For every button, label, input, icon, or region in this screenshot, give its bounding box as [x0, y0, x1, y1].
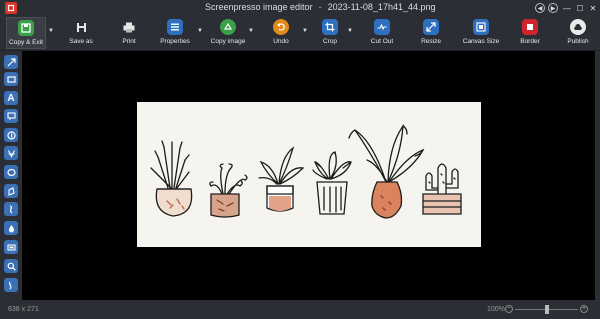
publish-icon — [570, 19, 586, 35]
plant-4 — [312, 151, 352, 215]
maximize-button[interactable]: ☐ — [575, 3, 585, 13]
edited-image-plants-illustration[interactable] — [137, 102, 481, 247]
copy-exit-dropdown-icon[interactable]: ▼ — [48, 28, 54, 34]
cut-out-icon — [374, 19, 390, 35]
annotation-tool-palette: A — [0, 51, 22, 300]
zoom-tool-icon[interactable] — [4, 259, 18, 273]
properties-dropdown-icon[interactable]: ▼ — [197, 28, 203, 34]
arrow-tool-icon[interactable] — [4, 55, 18, 69]
canvas-size-label: Canvas Size — [462, 38, 500, 45]
canvas-size-button[interactable]: Canvas Size — [462, 17, 500, 49]
minimize-button[interactable]: — — [562, 3, 572, 13]
properties-button[interactable]: Properties — [160, 17, 190, 49]
zoom-slider-thumb[interactable] — [544, 305, 549, 314]
copy-exit-button[interactable]: Copy & Exit — [6, 17, 46, 49]
plant-3 — [258, 146, 305, 212]
plant-drawing — [150, 123, 462, 219]
app-logo-icon — [5, 2, 17, 14]
resize-button[interactable]: Resize — [419, 17, 443, 49]
blur-tool-icon[interactable] — [4, 221, 18, 235]
ellipse-tool-icon[interactable] — [4, 165, 18, 179]
resize-icon — [423, 19, 439, 35]
save-icon — [73, 19, 89, 35]
zoom-out-button[interactable]: − — [505, 305, 513, 313]
print-icon — [121, 19, 137, 35]
save-as-label: Save as — [69, 38, 93, 45]
callout-tool-icon[interactable] — [4, 109, 18, 123]
copy-exit-label: Copy & Exit — [9, 39, 43, 46]
save-as-button[interactable]: Save as — [66, 17, 96, 49]
copy-image-dropdown-icon[interactable]: ▼ — [248, 28, 254, 34]
copy-image-label: Copy image — [210, 38, 246, 45]
status-bar: 638 x 271 100% − + — [0, 300, 600, 319]
publish-label: Publish — [567, 38, 589, 45]
print-button[interactable]: Print — [116, 17, 142, 49]
plant-1 — [150, 140, 193, 217]
numbered-tool-icon[interactable] — [4, 146, 18, 160]
cut-out-button[interactable]: Cut Out — [368, 17, 396, 49]
plant-2 — [209, 163, 248, 218]
pencil-tool-icon[interactable] — [4, 240, 18, 254]
copy-image-icon — [220, 19, 236, 35]
resize-label: Resize — [421, 38, 441, 45]
canvas-scrollbar[interactable] — [595, 51, 600, 300]
app-title: Screenpresso image editor — [205, 2, 313, 12]
highlight-tool-icon[interactable] — [4, 202, 18, 216]
zoom-in-button[interactable]: + — [580, 305, 588, 313]
crop-icon — [322, 19, 338, 35]
copy-image-button[interactable]: Copy image — [210, 17, 246, 49]
properties-icon — [167, 19, 183, 35]
print-label: Print — [122, 38, 136, 45]
magnifier-tool-icon[interactable] — [4, 184, 18, 198]
canvas-size-icon — [473, 19, 489, 35]
zoom-percentage: 100% — [487, 306, 505, 313]
border-label: Border — [520, 38, 540, 45]
plant-6 — [422, 163, 462, 215]
main-toolbar: Copy & Exit ▼ Save as Print Properties ▼… — [0, 16, 600, 51]
crop-button[interactable]: Crop — [319, 17, 341, 49]
forward-icon[interactable]: ▶ — [548, 3, 558, 13]
rectangle-tool-icon[interactable] — [4, 72, 18, 86]
back-icon[interactable]: ◀ — [535, 3, 545, 13]
undo-button[interactable]: Undo — [270, 17, 292, 49]
undo-dropdown-icon[interactable]: ▼ — [302, 28, 308, 34]
plant-5 — [348, 123, 425, 219]
cut-out-label: Cut Out — [370, 38, 394, 45]
properties-label: Properties — [160, 38, 190, 45]
crop-label: Crop — [322, 38, 338, 45]
image-dimensions: 638 x 271 — [8, 306, 39, 313]
crop-dropdown-icon[interactable]: ▼ — [347, 28, 353, 34]
more-tools-icon[interactable] — [4, 278, 18, 292]
file-name: 2023-11-08_17h41_44.png — [327, 2, 436, 12]
step-tool-icon[interactable] — [4, 128, 18, 142]
copy-exit-icon — [18, 20, 34, 36]
undo-label: Undo — [273, 38, 289, 45]
border-button[interactable]: Border — [518, 17, 542, 49]
border-icon — [522, 19, 538, 35]
window-title: Screenpresso image editor -2023-11-08_17h… — [205, 2, 436, 12]
close-button[interactable]: ✕ — [588, 3, 598, 13]
undo-icon — [273, 19, 289, 35]
publish-button[interactable]: Publish — [565, 17, 591, 49]
title-bar: Screenpresso image editor -2023-11-08_17h… — [0, 0, 600, 16]
text-tool-icon[interactable]: A — [4, 91, 18, 105]
